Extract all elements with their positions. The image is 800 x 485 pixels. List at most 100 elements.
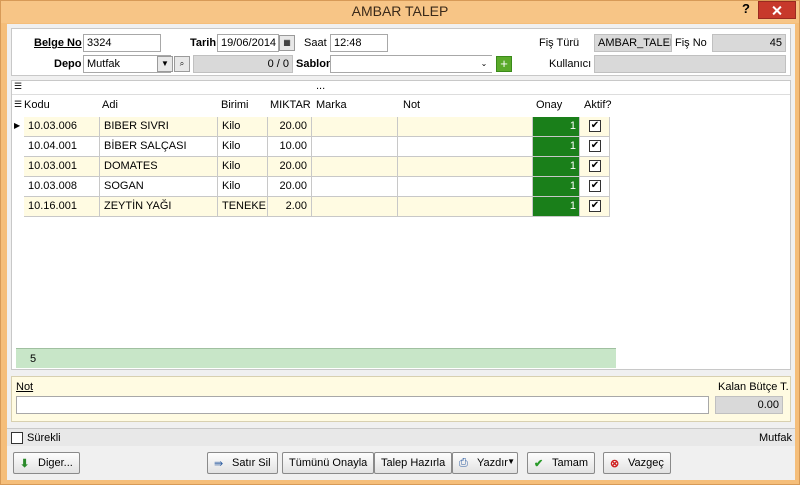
cell-onay[interactable]: 1	[533, 197, 580, 217]
cell-kodu[interactable]: 10.04.001	[24, 137, 100, 157]
cell-onay[interactable]: 1	[533, 177, 580, 197]
button-bar: ⬇ Diger... ⇛ Satır Sil Tümünü Onayla Talep…	[7, 448, 795, 478]
cell-birimi[interactable]: Kilo	[218, 177, 268, 197]
table-row[interactable]: 10.03.001 DOMATES Kilo 20.00 1 ✔	[12, 157, 612, 177]
row-indicator-icon: ▶	[14, 121, 21, 130]
cell-miktar[interactable]: 20.00	[268, 117, 312, 137]
saat-label: Saat	[304, 37, 327, 49]
aktif-checkbox[interactable]: ✔	[589, 140, 601, 152]
cell-adi[interactable]: BIBER SIVRI	[100, 117, 218, 137]
cell-marka[interactable]	[312, 157, 398, 177]
grid-footer: 5	[16, 348, 616, 368]
grid-top-bar: ☰ ...	[12, 80, 790, 95]
col-header-miktar[interactable]: MIKTAR	[270, 99, 311, 111]
belge-no-field[interactable]: 3324	[83, 34, 161, 52]
cell-marka[interactable]	[312, 137, 398, 157]
close-button[interactable]	[758, 1, 796, 19]
cell-aktif[interactable]: ✔	[580, 117, 610, 137]
cell-marka[interactable]	[312, 177, 398, 197]
table-row[interactable]: ▶ 10.03.006 BIBER SIVRI Kilo 20.00 1 ✔	[12, 117, 612, 137]
cell-not[interactable]	[398, 157, 533, 177]
fis-no-field: 45	[712, 34, 786, 52]
cell-aktif[interactable]: ✔	[580, 197, 610, 217]
aktif-checkbox[interactable]: ✔	[589, 160, 601, 172]
cell-birimi[interactable]: Kilo	[218, 157, 268, 177]
col-header-onay[interactable]: Onay	[536, 99, 562, 111]
cell-marka[interactable]	[312, 197, 398, 217]
cell-kodu[interactable]: 10.03.001	[24, 157, 100, 177]
cell-aktif[interactable]: ✔	[580, 137, 610, 157]
not-label: Not	[16, 381, 34, 393]
vazgec-button[interactable]: ⊗ Vazgeç	[603, 452, 671, 474]
cell-kodu[interactable]: 10.03.006	[24, 117, 100, 137]
not-field[interactable]	[16, 396, 709, 414]
tumunu-onayla-button[interactable]: Tümünü Onayla	[282, 452, 375, 474]
cell-miktar[interactable]: 10.00	[268, 137, 312, 157]
aktif-checkbox[interactable]: ✔	[589, 180, 601, 192]
calendar-icon[interactable]: ▦	[279, 35, 295, 51]
kullanici-label: Kullanıcı	[549, 58, 592, 70]
arrow-down-icon: ⬇	[20, 458, 30, 471]
col-header-birimi[interactable]: Birimi	[221, 99, 249, 111]
column-menu-icon[interactable]: ☰	[14, 99, 22, 110]
table-row[interactable]: 10.16.001 ZEYTİN YAĞI TENEKE 2.00 1 ✔	[12, 197, 612, 217]
cell-aktif[interactable]: ✔	[580, 177, 610, 197]
aktif-checkbox[interactable]: ✔	[589, 120, 601, 132]
depo-label: Depo	[54, 58, 82, 70]
surekli-checkbox[interactable]	[11, 432, 23, 444]
cell-not[interactable]	[398, 137, 533, 157]
col-header-kodu[interactable]: Kodu	[24, 99, 50, 111]
help-button[interactable]: ?	[742, 1, 750, 16]
col-header-not[interactable]: Not	[403, 99, 420, 111]
cell-adi[interactable]: DOMATES	[100, 157, 218, 177]
add-icon[interactable]: +	[496, 56, 512, 72]
cell-aktif[interactable]: ✔	[580, 157, 610, 177]
satir-sil-button[interactable]: ⇛ Satır Sil	[207, 452, 278, 474]
search-icon[interactable]: ⌕	[174, 56, 190, 72]
cell-birimi[interactable]: Kilo	[218, 137, 268, 157]
cell-not[interactable]	[398, 197, 533, 217]
cell-onay[interactable]: 1	[533, 137, 580, 157]
cell-kodu[interactable]: 10.16.001	[24, 197, 100, 217]
cell-birimi[interactable]: TENEKE	[218, 197, 268, 217]
chevron-down-icon[interactable]: ▼	[507, 457, 515, 466]
cell-adi[interactable]: SOGAN	[100, 177, 218, 197]
table-row[interactable]: 10.03.008 SOGAN Kilo 20.00 1 ✔	[12, 177, 612, 197]
col-header-adi[interactable]: Adi	[102, 99, 118, 111]
cell-not[interactable]	[398, 177, 533, 197]
cell-not[interactable]	[398, 117, 533, 137]
cell-miktar[interactable]: 20.00	[268, 177, 312, 197]
saat-field[interactable]: 12:48	[330, 34, 388, 52]
cell-adi[interactable]: BİBER SALÇASI	[100, 137, 218, 157]
sablon-select[interactable]	[330, 55, 492, 73]
chevron-down-icon[interactable]: ⌄	[476, 56, 492, 72]
aktif-checkbox[interactable]: ✔	[589, 200, 601, 212]
cell-adi[interactable]: ZEYTİN YAĞI	[100, 197, 218, 217]
col-header-marka[interactable]: Marka	[316, 99, 347, 111]
cell-miktar[interactable]: 2.00	[268, 197, 312, 217]
yazdir-button[interactable]: ⎙ Yazdır ▼	[452, 452, 518, 474]
check-icon: ✔	[534, 458, 544, 471]
cell-birimi[interactable]: Kilo	[218, 117, 268, 137]
diger-button[interactable]: ⬇ Diger...	[13, 452, 80, 474]
chevron-down-icon[interactable]: ▼	[157, 56, 173, 72]
belge-no-label: Belge No	[34, 37, 82, 49]
table-row[interactable]: 10.04.001 BİBER SALÇASI Kilo 10.00 1 ✔	[12, 137, 612, 157]
tarih-field[interactable]: 19/06/2014	[217, 34, 279, 52]
depo-name: Mutfak	[759, 432, 793, 444]
cell-kodu[interactable]: 10.03.008	[24, 177, 100, 197]
fis-turu-label: Fiş Türü	[539, 37, 580, 49]
cell-onay[interactable]: 1	[533, 117, 580, 137]
window-title: AMBAR TALEP	[351, 3, 449, 19]
column-menu-icon[interactable]: ☰	[14, 81, 22, 92]
tamam-button[interactable]: ✔ Tamam	[527, 452, 596, 474]
cell-onay[interactable]: 1	[533, 157, 580, 177]
cell-marka[interactable]	[312, 117, 398, 137]
cancel-icon: ⊗	[610, 458, 620, 471]
talep-hazirla-button[interactable]: Talep Hazırla	[374, 452, 453, 474]
fis-no-label: Fiş No	[675, 37, 707, 49]
delete-row-icon: ⇛	[214, 458, 224, 471]
counter-field: 0 / 0	[193, 55, 293, 73]
col-header-aktif[interactable]: Aktif?	[584, 99, 612, 111]
cell-miktar[interactable]: 20.00	[268, 157, 312, 177]
